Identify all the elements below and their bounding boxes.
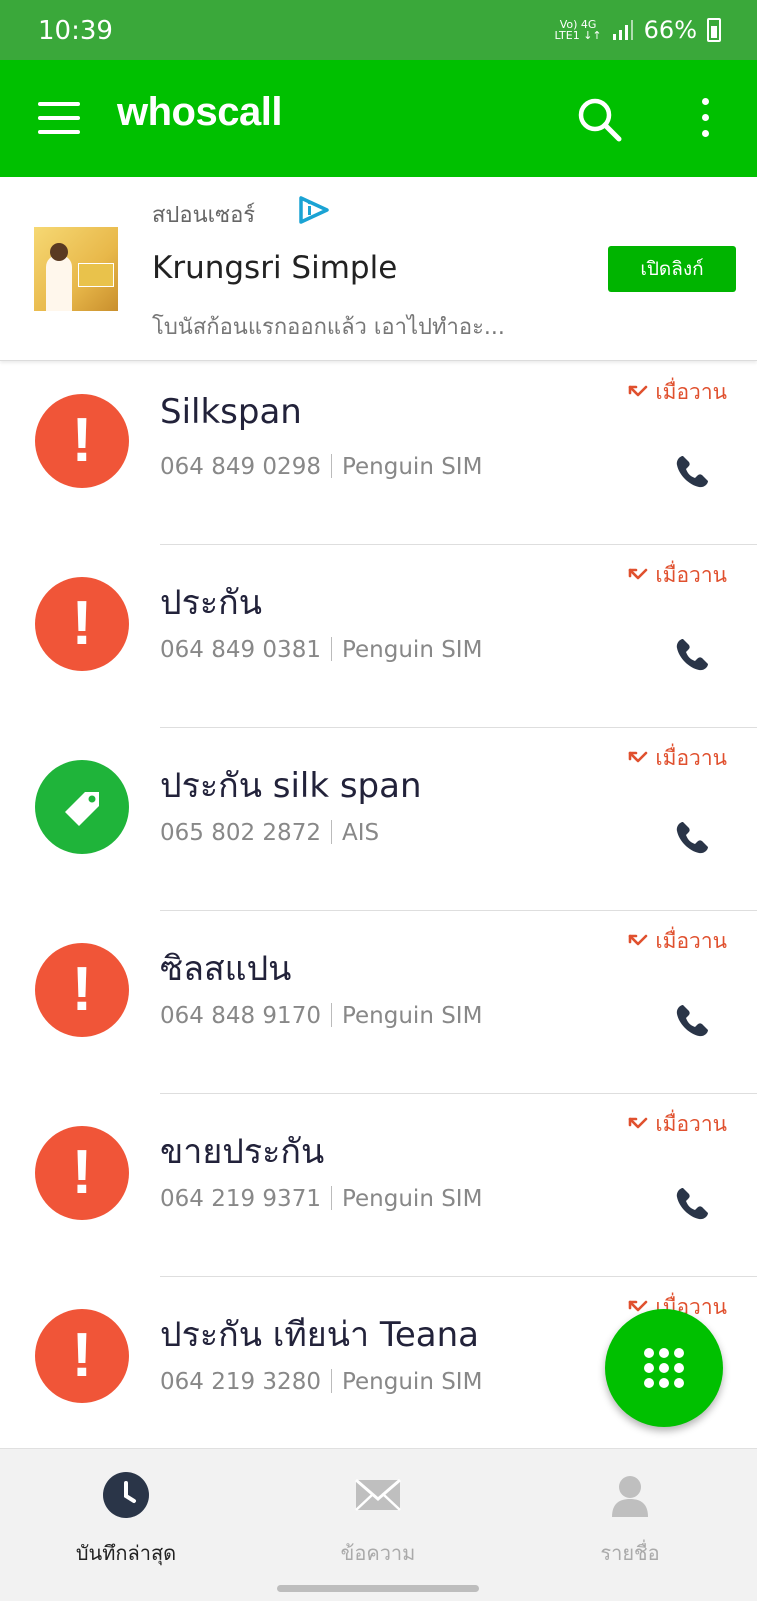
dialpad-icon bbox=[644, 1348, 684, 1388]
clock-icon bbox=[103, 1472, 149, 1518]
caller-name: Silkspan bbox=[160, 392, 302, 432]
nav-recent-label: บันทึกล่าสุด bbox=[75, 1541, 177, 1565]
home-indicator bbox=[277, 1585, 479, 1592]
nav-recent[interactable]: บันทึกล่าสุด bbox=[0, 1449, 252, 1601]
exclamation-icon: ! bbox=[71, 1138, 93, 1207]
call-time: เมื่อวาน bbox=[627, 559, 727, 592]
missed-call-icon bbox=[629, 1117, 648, 1128]
spam-warning-avatar: ! bbox=[35, 1126, 129, 1220]
call-time: เมื่อวาน bbox=[627, 376, 727, 409]
caller-number: 064 219 3280 bbox=[160, 1369, 321, 1395]
missed-call-icon bbox=[629, 385, 648, 396]
call-time: เมื่อวาน bbox=[627, 1108, 727, 1141]
caller-number: 064 849 0381 bbox=[160, 637, 321, 663]
caller-number: 064 219 9371 bbox=[160, 1186, 321, 1212]
caller-meta: 064 848 9170 Penguin SIM bbox=[160, 1003, 482, 1029]
phone-icon[interactable] bbox=[674, 454, 710, 490]
exclamation-icon: ! bbox=[71, 955, 93, 1024]
signal-icon bbox=[612, 20, 633, 40]
mail-icon bbox=[355, 1478, 401, 1511]
caller-name: ซิลสแปน bbox=[160, 949, 292, 989]
spam-warning-avatar: ! bbox=[35, 577, 129, 671]
bottom-navigation: บันทึกล่าสุด ข้อความ รายชื่อ bbox=[0, 1448, 757, 1601]
caller-carrier: Penguin SIM bbox=[341, 1369, 483, 1395]
call-time-label: เมื่อวาน bbox=[655, 746, 727, 770]
search-icon[interactable] bbox=[575, 95, 623, 143]
call-log-item[interactable]: ! ประกัน 064 849 0381 Penguin SIM เมื่อวา… bbox=[0, 545, 757, 728]
call-log-item[interactable]: ! ขายประกัน 064 219 9371 Penguin SIM เมื่… bbox=[0, 1094, 757, 1277]
network-bottom: LTE1 ↓↑ bbox=[554, 29, 602, 42]
call-time-label: เมื่อวาน bbox=[655, 929, 727, 953]
caller-meta: 064 219 3280 Penguin SIM bbox=[160, 1369, 482, 1395]
phone-icon[interactable] bbox=[674, 820, 710, 856]
missed-call-icon bbox=[629, 751, 648, 762]
spam-warning-avatar: ! bbox=[35, 394, 129, 488]
missed-call-icon bbox=[629, 568, 648, 579]
spam-warning-avatar: ! bbox=[35, 1309, 129, 1403]
person-icon bbox=[612, 1476, 648, 1517]
tag-icon bbox=[65, 792, 99, 826]
phone-icon[interactable] bbox=[674, 637, 710, 673]
caller-name: ประกัน เทียน่า Teana bbox=[160, 1315, 479, 1355]
call-log-item[interactable]: ประกัน silk span 065 802 2872 AIS เมื่อวา… bbox=[0, 728, 757, 911]
caller-meta: 064 849 0381 Penguin SIM bbox=[160, 637, 482, 663]
ad-title: Krungsri Simple bbox=[152, 250, 398, 286]
spam-warning-avatar: ! bbox=[35, 943, 129, 1037]
open-link-button[interactable]: เปิดลิงก์ bbox=[608, 246, 736, 292]
adchoices-icon[interactable] bbox=[297, 195, 331, 225]
caller-name: ประกัน silk span bbox=[160, 766, 422, 806]
call-time-label: เมื่อวาน bbox=[655, 380, 727, 404]
caller-carrier: Penguin SIM bbox=[341, 454, 483, 480]
caller-carrier: Penguin SIM bbox=[341, 1186, 483, 1212]
missed-call-icon bbox=[629, 934, 648, 945]
exclamation-icon: ! bbox=[71, 589, 93, 658]
call-time: เมื่อวาน bbox=[627, 925, 727, 958]
status-icons: Vo) 4G LTE1 ↓↑ 66% bbox=[554, 16, 721, 44]
caller-meta: 064 219 9371 Penguin SIM bbox=[160, 1186, 482, 1212]
sponsor-banner[interactable]: สปอนเซอร์ Krungsri Simple โบนัสก้อนแรกออ… bbox=[0, 177, 757, 361]
exclamation-icon: ! bbox=[71, 1321, 93, 1390]
caller-carrier: AIS bbox=[341, 820, 380, 846]
phone-icon[interactable] bbox=[674, 1186, 710, 1222]
battery-icon bbox=[707, 18, 721, 42]
caller-meta: 064 849 0298 Penguin SIM bbox=[160, 454, 482, 480]
exclamation-icon: ! bbox=[71, 406, 93, 475]
nav-messages[interactable]: ข้อความ bbox=[252, 1449, 504, 1601]
nav-contacts-label: รายชื่อ bbox=[600, 1541, 660, 1565]
caller-meta: 065 802 2872 AIS bbox=[160, 820, 379, 846]
app-bar: whoscall bbox=[0, 60, 757, 177]
app-title: whoscall bbox=[117, 90, 282, 134]
call-log-item[interactable]: ! ซิลสแปน 064 848 9170 Penguin SIM เมื่อว… bbox=[0, 911, 757, 1094]
caller-name: ประกัน bbox=[160, 583, 262, 623]
caller-name: ขายประกัน bbox=[160, 1132, 325, 1172]
dialpad-button[interactable] bbox=[605, 1309, 723, 1427]
call-time: เมื่อวาน bbox=[627, 742, 727, 775]
call-log-list: ! Silkspan 064 849 0298 Penguin SIM เมื่อ… bbox=[0, 362, 757, 1460]
caller-number: 065 802 2872 bbox=[160, 820, 321, 846]
call-log-item[interactable]: ! Silkspan 064 849 0298 Penguin SIM เมื่อ… bbox=[0, 362, 757, 545]
call-time-label: เมื่อวาน bbox=[655, 563, 727, 587]
more-vert-icon[interactable] bbox=[690, 96, 720, 140]
phone-icon[interactable] bbox=[674, 1003, 710, 1039]
status-bar: 10:39 Vo) 4G LTE1 ↓↑ 66% bbox=[0, 0, 757, 60]
sponsor-label: สปอนเซอร์ bbox=[152, 203, 256, 228]
caller-number: 064 849 0298 bbox=[160, 454, 321, 480]
call-time-label: เมื่อวาน bbox=[655, 1112, 727, 1136]
hamburger-icon[interactable] bbox=[38, 102, 80, 134]
caller-number: 064 848 9170 bbox=[160, 1003, 321, 1029]
caller-carrier: Penguin SIM bbox=[341, 1003, 483, 1029]
tag-avatar bbox=[35, 760, 129, 854]
battery-percent: 66% bbox=[643, 16, 697, 44]
nav-messages-label: ข้อความ bbox=[340, 1541, 416, 1565]
network-indicator: Vo) 4G LTE1 ↓↑ bbox=[554, 19, 601, 41]
nav-contacts[interactable]: รายชื่อ bbox=[504, 1449, 756, 1601]
ad-thumbnail bbox=[34, 227, 118, 311]
ad-description: โบนัสก้อนแรกออกแล้ว เอาไปทำอะ... bbox=[152, 315, 505, 340]
status-time: 10:39 bbox=[38, 16, 113, 46]
caller-carrier: Penguin SIM bbox=[341, 637, 483, 663]
